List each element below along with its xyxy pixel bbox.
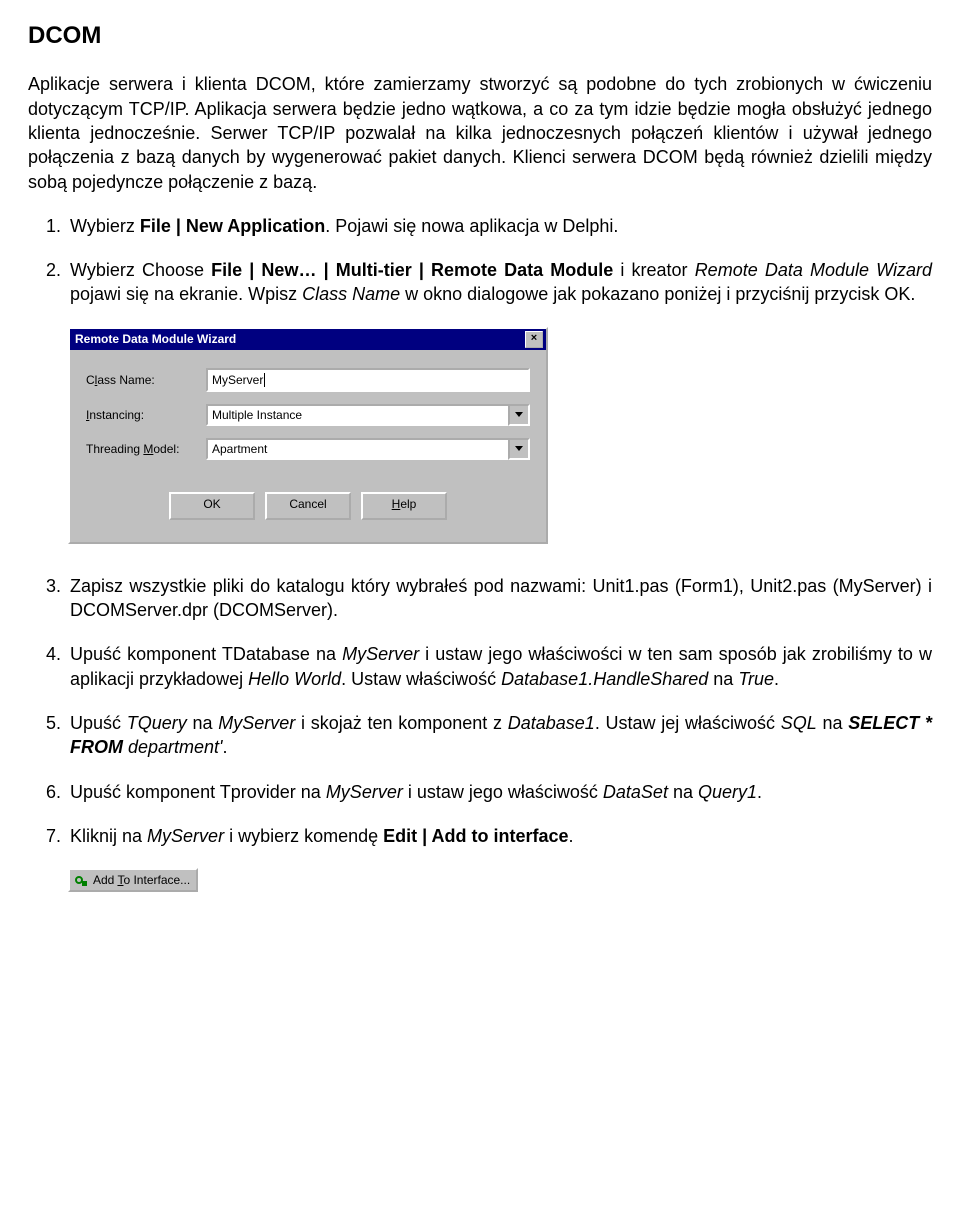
page-title: DCOM bbox=[28, 20, 932, 52]
step-4: 4. Upuść komponent TDatabase na MyServer… bbox=[28, 642, 932, 691]
step-2: 2. Wybierz Choose File | New… | Multi-ti… bbox=[28, 258, 932, 307]
step2-g: w okno dialogowe jak pokazano poniżej i … bbox=[400, 284, 915, 304]
threading-label: Threading Model: bbox=[86, 441, 206, 457]
instancing-label: Instancing: bbox=[86, 407, 206, 423]
step-number: 6. bbox=[46, 780, 61, 804]
add-interface-icon bbox=[74, 873, 88, 887]
chevron-down-icon[interactable] bbox=[508, 438, 530, 460]
intro-paragraph: Aplikacje serwera i klienta DCOM, które … bbox=[28, 72, 932, 193]
cancel-button[interactable]: Cancel bbox=[265, 492, 351, 520]
step1-bold: File | New Application bbox=[140, 216, 325, 236]
step2-f: Class Name bbox=[302, 284, 400, 304]
dialog-title: Remote Data Module Wizard bbox=[73, 331, 236, 347]
chevron-down-icon[interactable] bbox=[508, 404, 530, 426]
instancing-dropdown[interactable]: Multiple Instance bbox=[206, 404, 530, 426]
add-to-interface-button[interactable]: Add To Interface... bbox=[68, 868, 198, 892]
step2-a: Wybierz Choose bbox=[70, 260, 211, 280]
classname-input[interactable]: MyServer bbox=[206, 368, 530, 392]
step-number: 5. bbox=[46, 711, 61, 735]
step-number: 4. bbox=[46, 642, 61, 666]
step2-b: File | New… | Multi-tier | Remote Data M… bbox=[211, 260, 613, 280]
step-number: 2. bbox=[46, 258, 61, 282]
step2-d: Remote Data Module Wizard bbox=[695, 260, 932, 280]
close-icon[interactable]: × bbox=[525, 331, 543, 348]
step-number: 7. bbox=[46, 824, 61, 848]
ok-button[interactable]: OK bbox=[169, 492, 255, 520]
step3-text: Zapisz wszystkie pliki do katalogu który… bbox=[70, 576, 932, 620]
step2-e: pojawi się na ekranie. Wpisz bbox=[70, 284, 302, 304]
step-7: 7. Kliknij na MyServer i wybierz komendę… bbox=[28, 824, 932, 848]
step-number: 1. bbox=[46, 214, 61, 238]
step-number: 3. bbox=[46, 574, 61, 598]
step-5: 5. Upuść TQuery na MyServer i skojaż ten… bbox=[28, 711, 932, 760]
step-6: 6. Upuść komponent Tprovider na MyServer… bbox=[28, 780, 932, 804]
threading-dropdown[interactable]: Apartment bbox=[206, 438, 530, 460]
step2-c: i kreator bbox=[613, 260, 694, 280]
remote-data-module-wizard-dialog: Remote Data Module Wizard × Class Name: … bbox=[68, 327, 548, 544]
dialog-titlebar: Remote Data Module Wizard × bbox=[70, 329, 546, 350]
step1-text-post: . Pojawi się nowa aplikacja w Delphi. bbox=[325, 216, 618, 236]
classname-label: Class Name: bbox=[86, 372, 206, 388]
step-1: 1. Wybierz File | New Application. Pojaw… bbox=[28, 214, 932, 238]
step1-text-pre: Wybierz bbox=[70, 216, 140, 236]
help-button[interactable]: Help bbox=[361, 492, 447, 520]
step-3: 3. Zapisz wszystkie pliki do katalogu kt… bbox=[28, 574, 932, 623]
